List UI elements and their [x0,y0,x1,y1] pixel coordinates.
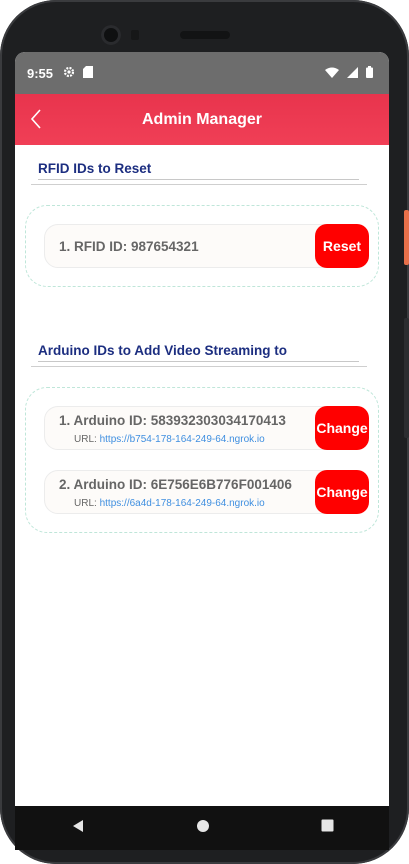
earpiece-speaker [180,31,230,39]
status-bar: 9:55 [15,52,389,94]
divider [31,184,367,185]
arduino-item-label: 1. Arduino ID: 583932303034170413 [59,412,286,428]
rfid-list: 1. RFID ID: 987654321 Reset [25,205,379,287]
arduino-section-title: Arduino IDs to Add Video Streaming to [38,343,288,358]
back-triangle-icon[interactable] [71,819,85,838]
status-time: 9:55 [27,65,54,81]
wifi-icon [325,66,339,81]
reset-button[interactable]: Reset [315,224,369,268]
arduino-item-url-row: URL: https://6a4d-178-164-249-64.ngrok.i… [59,498,292,509]
screen: 9:55 Admin Manager RFID IDs to Reset 1. … [15,52,389,850]
recents-square-icon[interactable] [321,819,334,837]
change-button[interactable]: Change [315,406,369,450]
main-content: RFID IDs to Reset 1. RFID ID: 987654321 … [15,161,389,533]
phone-frame: 9:55 Admin Manager RFID IDs to Reset 1. … [0,0,409,864]
app-header: Admin Manager [15,94,389,145]
battery-icon [366,65,373,81]
url-label: URL: [74,433,97,445]
url-link[interactable]: https://b754-178-164-249-64.ngrok.io [100,434,265,445]
chevron-left-icon[interactable] [25,107,49,131]
rfid-item-label: 1. RFID ID: 987654321 [59,238,199,254]
settings-icon [63,66,75,81]
signal-icon [347,66,358,81]
divider [31,366,367,367]
power-button [404,210,409,265]
url-link[interactable]: https://6a4d-178-164-249-64.ngrok.io [100,498,265,509]
list-item: 1. RFID ID: 987654321 Reset [44,224,369,268]
divider [38,361,359,362]
list-item: 2. Arduino ID: 6E756E6B776F001406 URL: h… [44,470,369,514]
system-nav-bar [15,806,389,850]
page-title: Admin Manager [141,110,262,128]
list-item: 1. Arduino ID: 583932303034170413 URL: h… [44,406,369,450]
rfid-section-title: RFID IDs to Reset [38,161,152,176]
front-camera [101,25,121,45]
sd-card-icon [83,65,94,81]
arduino-list: 1. Arduino ID: 583932303034170413 URL: h… [25,387,379,533]
sensor [131,30,139,40]
change-button[interactable]: Change [315,470,369,514]
arduino-item-url-row: URL: https://b754-178-164-249-64.ngrok.i… [59,434,286,445]
divider [38,179,359,180]
url-label: URL: [74,497,97,509]
volume-button [404,318,409,438]
arduino-item-label: 2. Arduino ID: 6E756E6B776F001406 [59,476,292,492]
home-circle-icon[interactable] [196,819,210,838]
